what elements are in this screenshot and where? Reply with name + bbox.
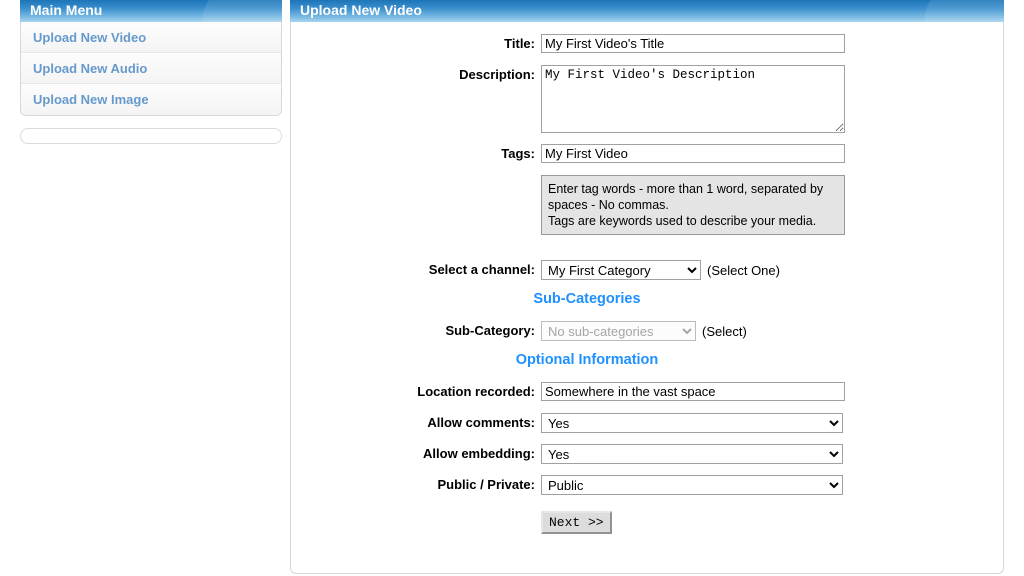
page-title: Upload New Video [300,2,422,18]
tags-note-row: Enter tag words - more than 1 word, sepa… [291,175,1003,249]
tags-note-wrap: Enter tag words - more than 1 word, sepa… [541,175,845,249]
next-row: Next >> [291,511,1003,534]
channel-row: Select a channel: My First Category (Sel… [291,260,1003,280]
tags-field-wrap [541,144,845,163]
sidebar-header-title: Main Menu [30,2,103,18]
title-input[interactable] [541,34,845,53]
subcategories-section-title: Sub-Categories [533,291,641,307]
channel-field-wrap: My First Category (Select One) [541,260,780,280]
title-label: Title: [504,36,535,51]
description-textarea[interactable]: My First Video's Description [541,65,845,133]
sidebar-header: Main Menu [20,0,282,22]
location-field-wrap [541,382,845,401]
sidebar-empty-box [20,128,282,144]
allow-comments-select[interactable]: Yes [541,413,843,433]
optional-section-title: Optional Information [515,352,659,368]
sidebar-item-label: Upload New Audio [33,61,148,76]
visibility-label: Public / Private: [437,477,535,492]
allow-embedding-label: Allow embedding: [423,446,535,461]
title-field-wrap [541,34,845,53]
description-label: Description: [459,67,535,82]
description-row: Description: My First Video's Descriptio… [291,65,1003,133]
channel-label: Select a channel: [428,262,535,277]
allow-embedding-select[interactable]: Yes [541,444,843,464]
sidebar-menu: Upload New Video Upload New Audio Upload… [20,22,282,116]
tags-row: Tags: [291,144,1003,164]
location-input[interactable] [541,382,845,401]
tags-help-line-1: Enter tag words - more than 1 word, sepa… [548,182,824,196]
main-panel: Upload New Video Title: Description: My … [290,0,1004,574]
allow-comments-row: Allow comments: Yes [291,413,1003,433]
location-row: Location recorded: [291,382,1003,402]
sidebar-item-upload-new-audio[interactable]: Upload New Audio [21,53,281,84]
subcategory-hint: (Select) [702,323,747,339]
tags-help-line-2: spaces - No commas. [548,198,669,212]
sidebar-item-upload-new-video[interactable]: Upload New Video [21,22,281,53]
next-field-wrap: Next >> [541,511,612,534]
sidebar: Main Menu Upload New Video Upload New Au… [20,0,282,144]
next-button[interactable]: Next >> [541,511,612,534]
tags-input[interactable] [541,144,845,163]
main-panel-header: Upload New Video [290,0,1004,22]
location-label: Location recorded: [417,384,535,399]
subcategory-label: Sub-Category: [445,323,535,338]
title-row: Title: [291,34,1003,54]
allow-embedding-field-wrap: Yes [541,444,843,464]
sidebar-item-label: Upload New Video [33,30,147,45]
visibility-row: Public / Private: Public [291,475,1003,495]
channel-hint: (Select One) [707,262,780,278]
channel-select[interactable]: My First Category [541,260,701,280]
allow-comments-label: Allow comments: [427,415,535,430]
subcategory-field-wrap: No sub-categories (Select) [541,321,747,341]
subcategory-select[interactable]: No sub-categories [541,321,696,341]
allow-comments-field-wrap: Yes [541,413,843,433]
visibility-select[interactable]: Public [541,475,843,495]
sidebar-item-label: Upload New Image [33,92,149,107]
allow-embedding-row: Allow embedding: Yes [291,444,1003,464]
subcategory-row: Sub-Category: No sub-categories (Select) [291,321,1003,341]
upload-form: Title: Description: My First Video's Des… [290,22,1004,574]
tags-label: Tags: [501,146,535,161]
description-field-wrap: My First Video's Description [541,65,845,133]
visibility-field-wrap: Public [541,475,843,495]
sidebar-item-upload-new-image[interactable]: Upload New Image [21,84,281,115]
tags-help-line-3: Tags are keywords used to describe your … [548,214,817,228]
tags-help-text: Enter tag words - more than 1 word, sepa… [541,175,845,235]
